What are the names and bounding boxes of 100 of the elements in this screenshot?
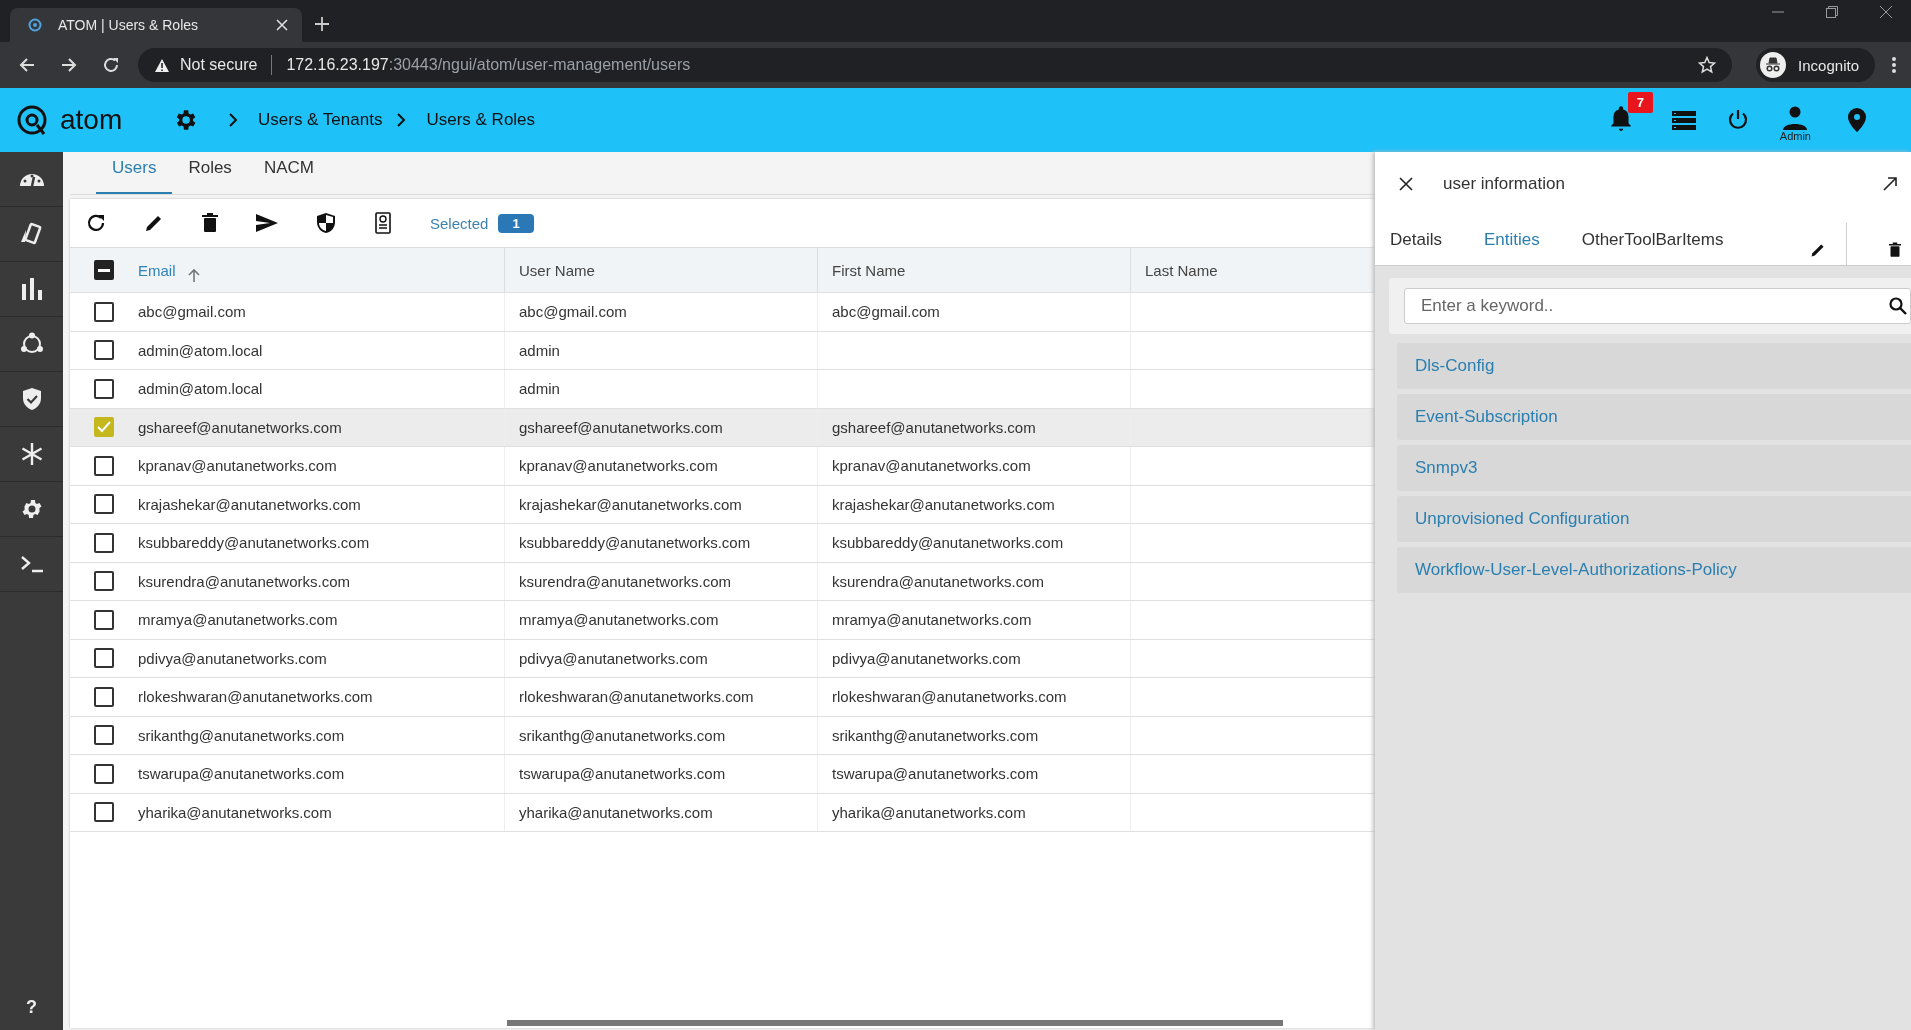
- tab[interactable]: NACM: [247, 152, 330, 194]
- tab[interactable]: OtherToolBarItems: [1581, 230, 1724, 250]
- table-cell: ksubbareddy@anutanetworks.com: [505, 524, 818, 562]
- row-checkbox[interactable]: [94, 725, 114, 746]
- restore-icon[interactable]: [1825, 5, 1839, 19]
- chevron-icon: [396, 113, 407, 127]
- panel-title: user information: [1443, 173, 1565, 194]
- browser-tab[interactable]: ATOM | Users & Roles: [10, 8, 302, 42]
- selected-count-badge: 1: [498, 213, 534, 233]
- table-cell: ksurendra@anutanetworks.com: [832, 572, 1044, 590]
- table-cell: gshareef@anutanetworks.com: [138, 408, 505, 446]
- table-cell: srikanthg@anutanetworks.com: [138, 716, 505, 754]
- list-icon[interactable]: [1671, 110, 1696, 130]
- send-icon[interactable]: [256, 213, 278, 233]
- column-header[interactable]: Last Name: [1131, 248, 1375, 292]
- close-icon[interactable]: [1879, 5, 1893, 19]
- table-cell: tswarupa@anutanetworks.com: [138, 755, 505, 793]
- snowflake-icon[interactable]: [19, 442, 44, 466]
- expand-arrow-icon[interactable]: [1883, 176, 1897, 191]
- address-bar[interactable]: Not secure 172.16.23.197:30443/ngui/atom/user-management/users: [138, 48, 1733, 82]
- table-cell: kpranav@anutanetworks.com: [505, 447, 818, 485]
- column-header[interactable]: Email: [138, 248, 505, 292]
- close-icon[interactable]: [1399, 176, 1413, 191]
- table-cell: yharika@anutanetworks.com: [505, 793, 818, 831]
- selected-label: Selected: [430, 214, 489, 232]
- table-cell: rlokeshwaran@anutanetworks.com: [138, 678, 505, 716]
- location-pin-icon[interactable]: [1847, 107, 1867, 133]
- site-icon: [28, 18, 42, 32]
- row-checkbox[interactable]: [94, 686, 114, 707]
- breadcrumb-link[interactable]: Users & Tenants: [258, 110, 383, 130]
- menu-icon[interactable]: [1891, 56, 1897, 74]
- table-cell: admin@atom.local: [138, 370, 505, 408]
- warning-icon: [154, 57, 170, 73]
- profile-button[interactable]: Incognito: [1756, 48, 1875, 82]
- forward-icon[interactable]: [60, 56, 78, 74]
- refresh-icon[interactable]: [86, 213, 106, 233]
- table-cell: pdivya@anutanetworks.com: [505, 639, 818, 677]
- tab[interactable]: Users: [96, 152, 173, 194]
- user-menu[interactable]: Admin: [1779, 106, 1811, 142]
- logo-icon: [16, 104, 48, 136]
- row-checkbox[interactable]: [94, 802, 114, 823]
- scrollbar-thumb[interactable]: [507, 1020, 1283, 1026]
- table-cell: tswarupa@anutanetworks.com: [832, 765, 1039, 783]
- trash-icon[interactable]: [1889, 242, 1901, 258]
- shield-check-icon[interactable]: [20, 387, 43, 411]
- trash-icon[interactable]: [202, 213, 218, 233]
- row-checkbox[interactable]: [94, 763, 114, 784]
- row-checkbox[interactable]: [94, 301, 114, 322]
- notification-badge: 7: [1627, 92, 1654, 113]
- table-cell: krajashekar@anutanetworks.com: [138, 485, 505, 523]
- table-cell: srikanthg@anutanetworks.com: [505, 716, 818, 754]
- tab-title: ATOM | Users & Roles: [58, 17, 200, 33]
- search-icon[interactable]: [1889, 297, 1907, 315]
- column-title[interactable]: Email: [138, 261, 176, 279]
- table-cell: yharika@anutanetworks.com: [138, 793, 505, 831]
- table-cell: tswarupa@anutanetworks.com: [505, 755, 818, 793]
- row-checkbox[interactable]: [94, 648, 114, 669]
- reload-icon[interactable]: [102, 56, 120, 74]
- table-cell: pdivya@anutanetworks.com: [832, 649, 1021, 667]
- tab[interactable]: Entities: [1483, 230, 1540, 250]
- sort-arrow-icon[interactable]: [187, 268, 200, 282]
- select-all-checkbox[interactable]: [94, 260, 114, 280]
- search-field[interactable]: Enter a keyword..: [1404, 288, 1911, 324]
- table-cell: srikanthg@anutanetworks.com: [832, 726, 1039, 744]
- document-icon[interactable]: [374, 212, 392, 234]
- row-checkbox[interactable]: [94, 571, 114, 592]
- row-checkbox[interactable]: [94, 609, 114, 630]
- pencil-icon[interactable]: [144, 213, 164, 233]
- terminal-icon[interactable]: [19, 555, 44, 573]
- table-cell: kpranav@anutanetworks.com: [832, 457, 1031, 475]
- row-checkbox[interactable]: [94, 494, 114, 515]
- column-header[interactable]: User Name: [505, 248, 818, 292]
- row-checkbox[interactable]: [94, 417, 114, 438]
- row-checkbox[interactable]: [94, 340, 114, 361]
- shield-icon[interactable]: [316, 212, 336, 234]
- table-cell: rlokeshwaran@anutanetworks.com: [505, 678, 818, 716]
- network-icon[interactable]: [19, 332, 44, 356]
- star-icon[interactable]: [1698, 56, 1717, 74]
- table-cell: pdivya@anutanetworks.com: [138, 639, 505, 677]
- bar-chart-icon[interactable]: [20, 278, 43, 300]
- incognito-icon: [1760, 52, 1787, 78]
- table-cell: abc@gmail.com: [138, 293, 505, 331]
- table-cell: ksurendra@anutanetworks.com: [138, 562, 505, 600]
- help-link[interactable]: ?: [26, 997, 37, 1018]
- table-cell: krajashekar@anutanetworks.com: [832, 495, 1055, 513]
- logo-text: atom: [60, 104, 124, 136]
- new-tab-icon[interactable]: [314, 16, 330, 32]
- row-checkbox[interactable]: [94, 378, 114, 399]
- pencil-icon[interactable]: [1810, 242, 1826, 258]
- table-cell: kpranav@anutanetworks.com: [138, 447, 505, 485]
- column-header[interactable]: First Name: [818, 248, 1131, 292]
- breadcrumb-link[interactable]: Users & Roles: [426, 110, 536, 130]
- tab[interactable]: Details: [1390, 230, 1442, 250]
- table-cell: admin: [505, 370, 818, 408]
- back-icon[interactable]: [18, 56, 36, 74]
- row-checkbox[interactable]: [94, 455, 114, 476]
- person-icon: [1782, 106, 1809, 130]
- tab[interactable]: Roles: [172, 152, 248, 194]
- url-text: 172.16.23.197:30443/ngui/atom/user-management/users: [286, 56, 691, 74]
- row-checkbox[interactable]: [94, 532, 114, 553]
